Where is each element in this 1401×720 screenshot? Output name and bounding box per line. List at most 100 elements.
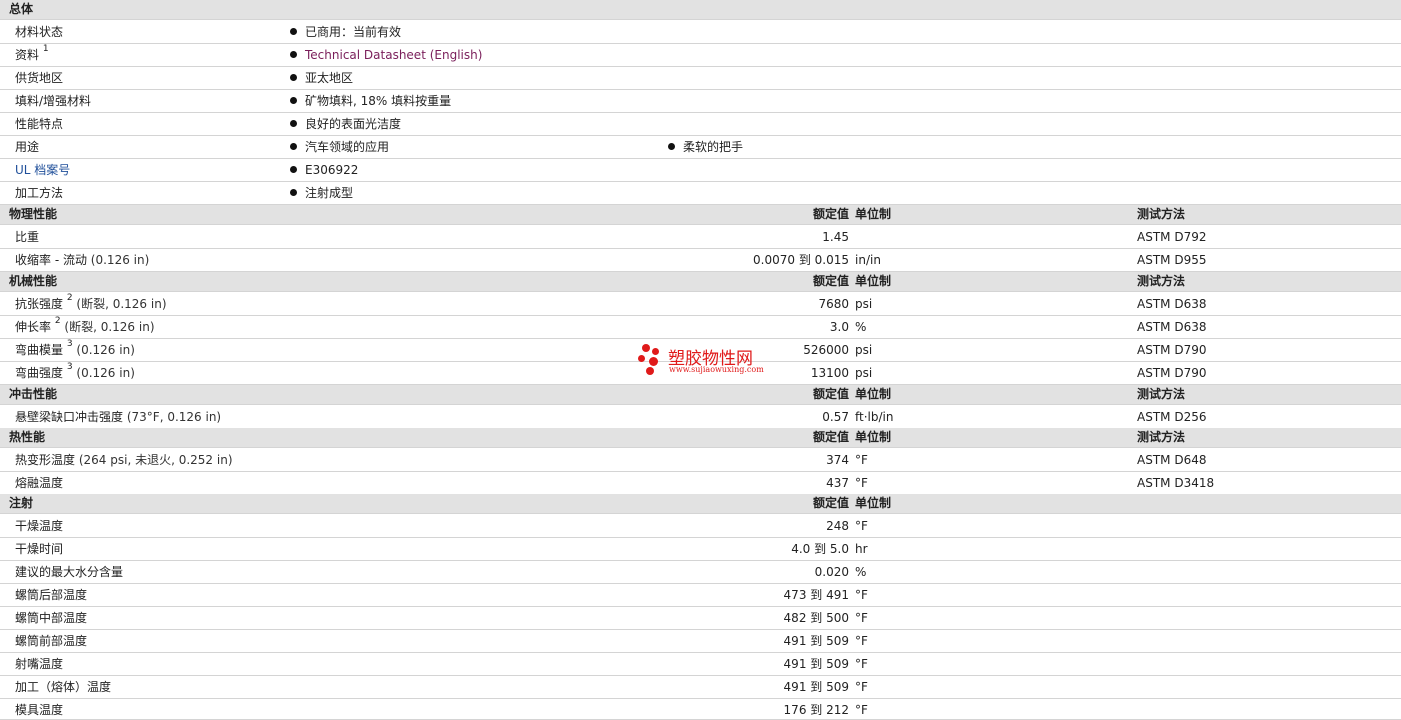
table-row: 弯曲强度 3 (0.126 in) 13100 psi ASTM D790 xyxy=(0,362,1401,385)
nominal-value: 0.0070 到 0.015 xyxy=(753,253,849,267)
table-row: 弯曲模量 3 (0.126 in) 526000 psi ASTM D790 xyxy=(0,339,1401,362)
table-row: 建议的最大水分含量 0.020 % xyxy=(0,561,1401,584)
bullet-icon xyxy=(290,51,297,58)
column-header-nominal: 额定值 xyxy=(812,430,849,444)
unit-value: °F xyxy=(855,611,868,625)
nominal-value: 482 到 500 xyxy=(783,611,849,625)
datasheet-link[interactable]: Technical Datasheet (English) xyxy=(305,48,482,62)
table-row: 射嘴温度 491 到 509 °F xyxy=(0,653,1401,676)
ul-file-link[interactable]: UL 档案号 xyxy=(15,159,70,181)
column-header-nominal: 额定值 xyxy=(812,207,849,221)
property-row-uses: 用途 汽车领域的应用 柔软的把手 xyxy=(0,136,1401,159)
bullet-icon xyxy=(290,74,297,81)
bullet-icon xyxy=(290,28,297,35)
property-label: 弯曲强度 3 (0.126 in) xyxy=(15,362,135,380)
table-row: 加工（熔体）温度 491 到 509 °F xyxy=(0,676,1401,699)
column-header-nominal: 额定值 xyxy=(812,496,849,510)
property-row-region: 供货地区 亚太地区 xyxy=(0,67,1401,90)
unit-value: ft·lb/in xyxy=(855,410,894,424)
table-row: 抗张强度 2 (断裂, 0.126 in) 7680 psi ASTM D638 xyxy=(0,293,1401,316)
bullet-value: 矿物填料, 18% 填料按重量 xyxy=(290,90,451,112)
test-method: ASTM D790 xyxy=(1137,366,1207,380)
property-label: 资料 1 xyxy=(15,44,49,62)
property-label: 干燥温度 xyxy=(15,519,64,533)
column-header-nominal: 额定值 xyxy=(812,274,849,288)
nominal-value: 13100 xyxy=(810,366,849,380)
column-header-test: 测试方法 xyxy=(1137,207,1186,221)
table-row: 收缩率 - 流动 (0.126 in) 0.0070 到 0.015 in/in… xyxy=(0,249,1401,272)
nominal-value: 7680 xyxy=(818,297,849,311)
column-header-test: 测试方法 xyxy=(1137,274,1186,288)
test-method: ASTM D256 xyxy=(1137,410,1207,424)
section-title: 热性能 xyxy=(9,430,46,444)
bullet-value: Technical Datasheet (English) xyxy=(290,44,482,66)
bullet-icon xyxy=(290,143,297,150)
bullet-text: 亚太地区 xyxy=(305,71,354,85)
test-method: ASTM D638 xyxy=(1137,320,1207,334)
unit-value: °F xyxy=(855,703,868,717)
property-label: 射嘴温度 xyxy=(15,657,64,671)
nominal-value: 491 到 509 xyxy=(783,657,849,671)
section-header-physical: 物理性能 额定值 单位制 测试方法 xyxy=(0,205,1401,225)
property-row-docs: 资料 1 Technical Datasheet (English) xyxy=(0,44,1401,67)
property-label: 熔融温度 xyxy=(15,476,64,490)
unit-value: hr xyxy=(855,542,868,556)
unit-value: °F xyxy=(855,476,868,490)
table-row: 悬壁梁缺口冲击强度 (73°F, 0.126 in) 0.57 ft·lb/in… xyxy=(0,406,1401,429)
section-header-thermal: 热性能 额定值 单位制 测试方法 xyxy=(0,428,1401,448)
section-header-impact: 冲击性能 额定值 单位制 测试方法 xyxy=(0,385,1401,405)
bullet-value: 良好的表面光洁度 xyxy=(290,113,401,135)
property-row-ul: UL 档案号 E306922 xyxy=(0,159,1401,182)
property-label: 模具温度 xyxy=(15,703,64,717)
property-label: 性能特点 xyxy=(15,117,64,131)
table-row: 热变形温度 (264 psi, 未退火, 0.252 in) 374 °F AS… xyxy=(0,449,1401,472)
nominal-value: 0.57 xyxy=(822,410,849,424)
column-header-test: 测试方法 xyxy=(1137,387,1186,401)
unit-value: °F xyxy=(855,588,868,602)
table-row: 干燥时间 4.0 到 5.0 hr xyxy=(0,538,1401,561)
property-label: 收缩率 - 流动 (0.126 in) xyxy=(15,253,150,267)
nominal-value: 4.0 到 5.0 xyxy=(791,542,849,556)
property-label: 伸长率 2 (断裂, 0.126 in) xyxy=(15,316,155,334)
table-row: 螺筒中部温度 482 到 500 °F xyxy=(0,607,1401,630)
table-row: 比重 1.45 ASTM D792 xyxy=(0,226,1401,249)
bullet-text: 注射成型 xyxy=(305,186,354,200)
property-label: 螺筒中部温度 xyxy=(15,611,88,625)
nominal-value: 491 到 509 xyxy=(783,634,849,648)
property-label: 供货地区 xyxy=(15,71,64,85)
bullet-text: 汽车领域的应用 xyxy=(305,140,390,154)
bullet-value: 亚太地区 xyxy=(290,67,353,89)
unit-value: °F xyxy=(855,657,868,671)
property-label: 螺筒后部温度 xyxy=(15,588,88,602)
property-label: 材料状态 xyxy=(15,25,64,39)
unit-value: °F xyxy=(855,453,868,467)
test-method: ASTM D790 xyxy=(1137,343,1207,357)
bullet-text: 矿物填料, 18% 填料按重量 xyxy=(305,94,452,108)
table-row: 干燥温度 248 °F xyxy=(0,515,1401,538)
bullet-text: 柔软的把手 xyxy=(683,140,744,154)
bullet-value: 已商用：当前有效 xyxy=(290,21,401,43)
nominal-value: 473 到 491 xyxy=(783,588,849,602)
property-label: 弯曲模量 3 (0.126 in) xyxy=(15,339,135,357)
property-label: 螺筒前部温度 xyxy=(15,634,88,648)
bullet-icon xyxy=(290,166,297,173)
column-header-nominal: 额定值 xyxy=(812,387,849,401)
unit-value: °F xyxy=(855,680,868,694)
property-label: 悬壁梁缺口冲击强度 (73°F, 0.126 in) xyxy=(15,410,222,424)
table-row: 模具温度 176 到 212 °F xyxy=(0,699,1401,720)
unit-value: in/in xyxy=(855,253,881,267)
property-label: 抗张强度 2 (断裂, 0.126 in) xyxy=(15,293,167,311)
property-row-features: 性能特点 良好的表面光洁度 xyxy=(0,113,1401,136)
bullet-text: E306922 xyxy=(305,163,359,177)
nominal-value: 491 到 509 xyxy=(783,680,849,694)
column-header-test: 测试方法 xyxy=(1137,430,1186,444)
table-row: 熔融温度 437 °F ASTM D3418 xyxy=(0,472,1401,495)
bullet-icon xyxy=(290,189,297,196)
unit-value: psi xyxy=(855,366,873,380)
section-title: 总体 xyxy=(9,2,34,16)
property-label: 比重 xyxy=(15,230,40,244)
unit-value: % xyxy=(855,320,867,334)
test-method: ASTM D792 xyxy=(1137,230,1207,244)
test-method: ASTM D955 xyxy=(1137,253,1207,267)
property-label: 填料/增强材料 xyxy=(15,94,92,108)
